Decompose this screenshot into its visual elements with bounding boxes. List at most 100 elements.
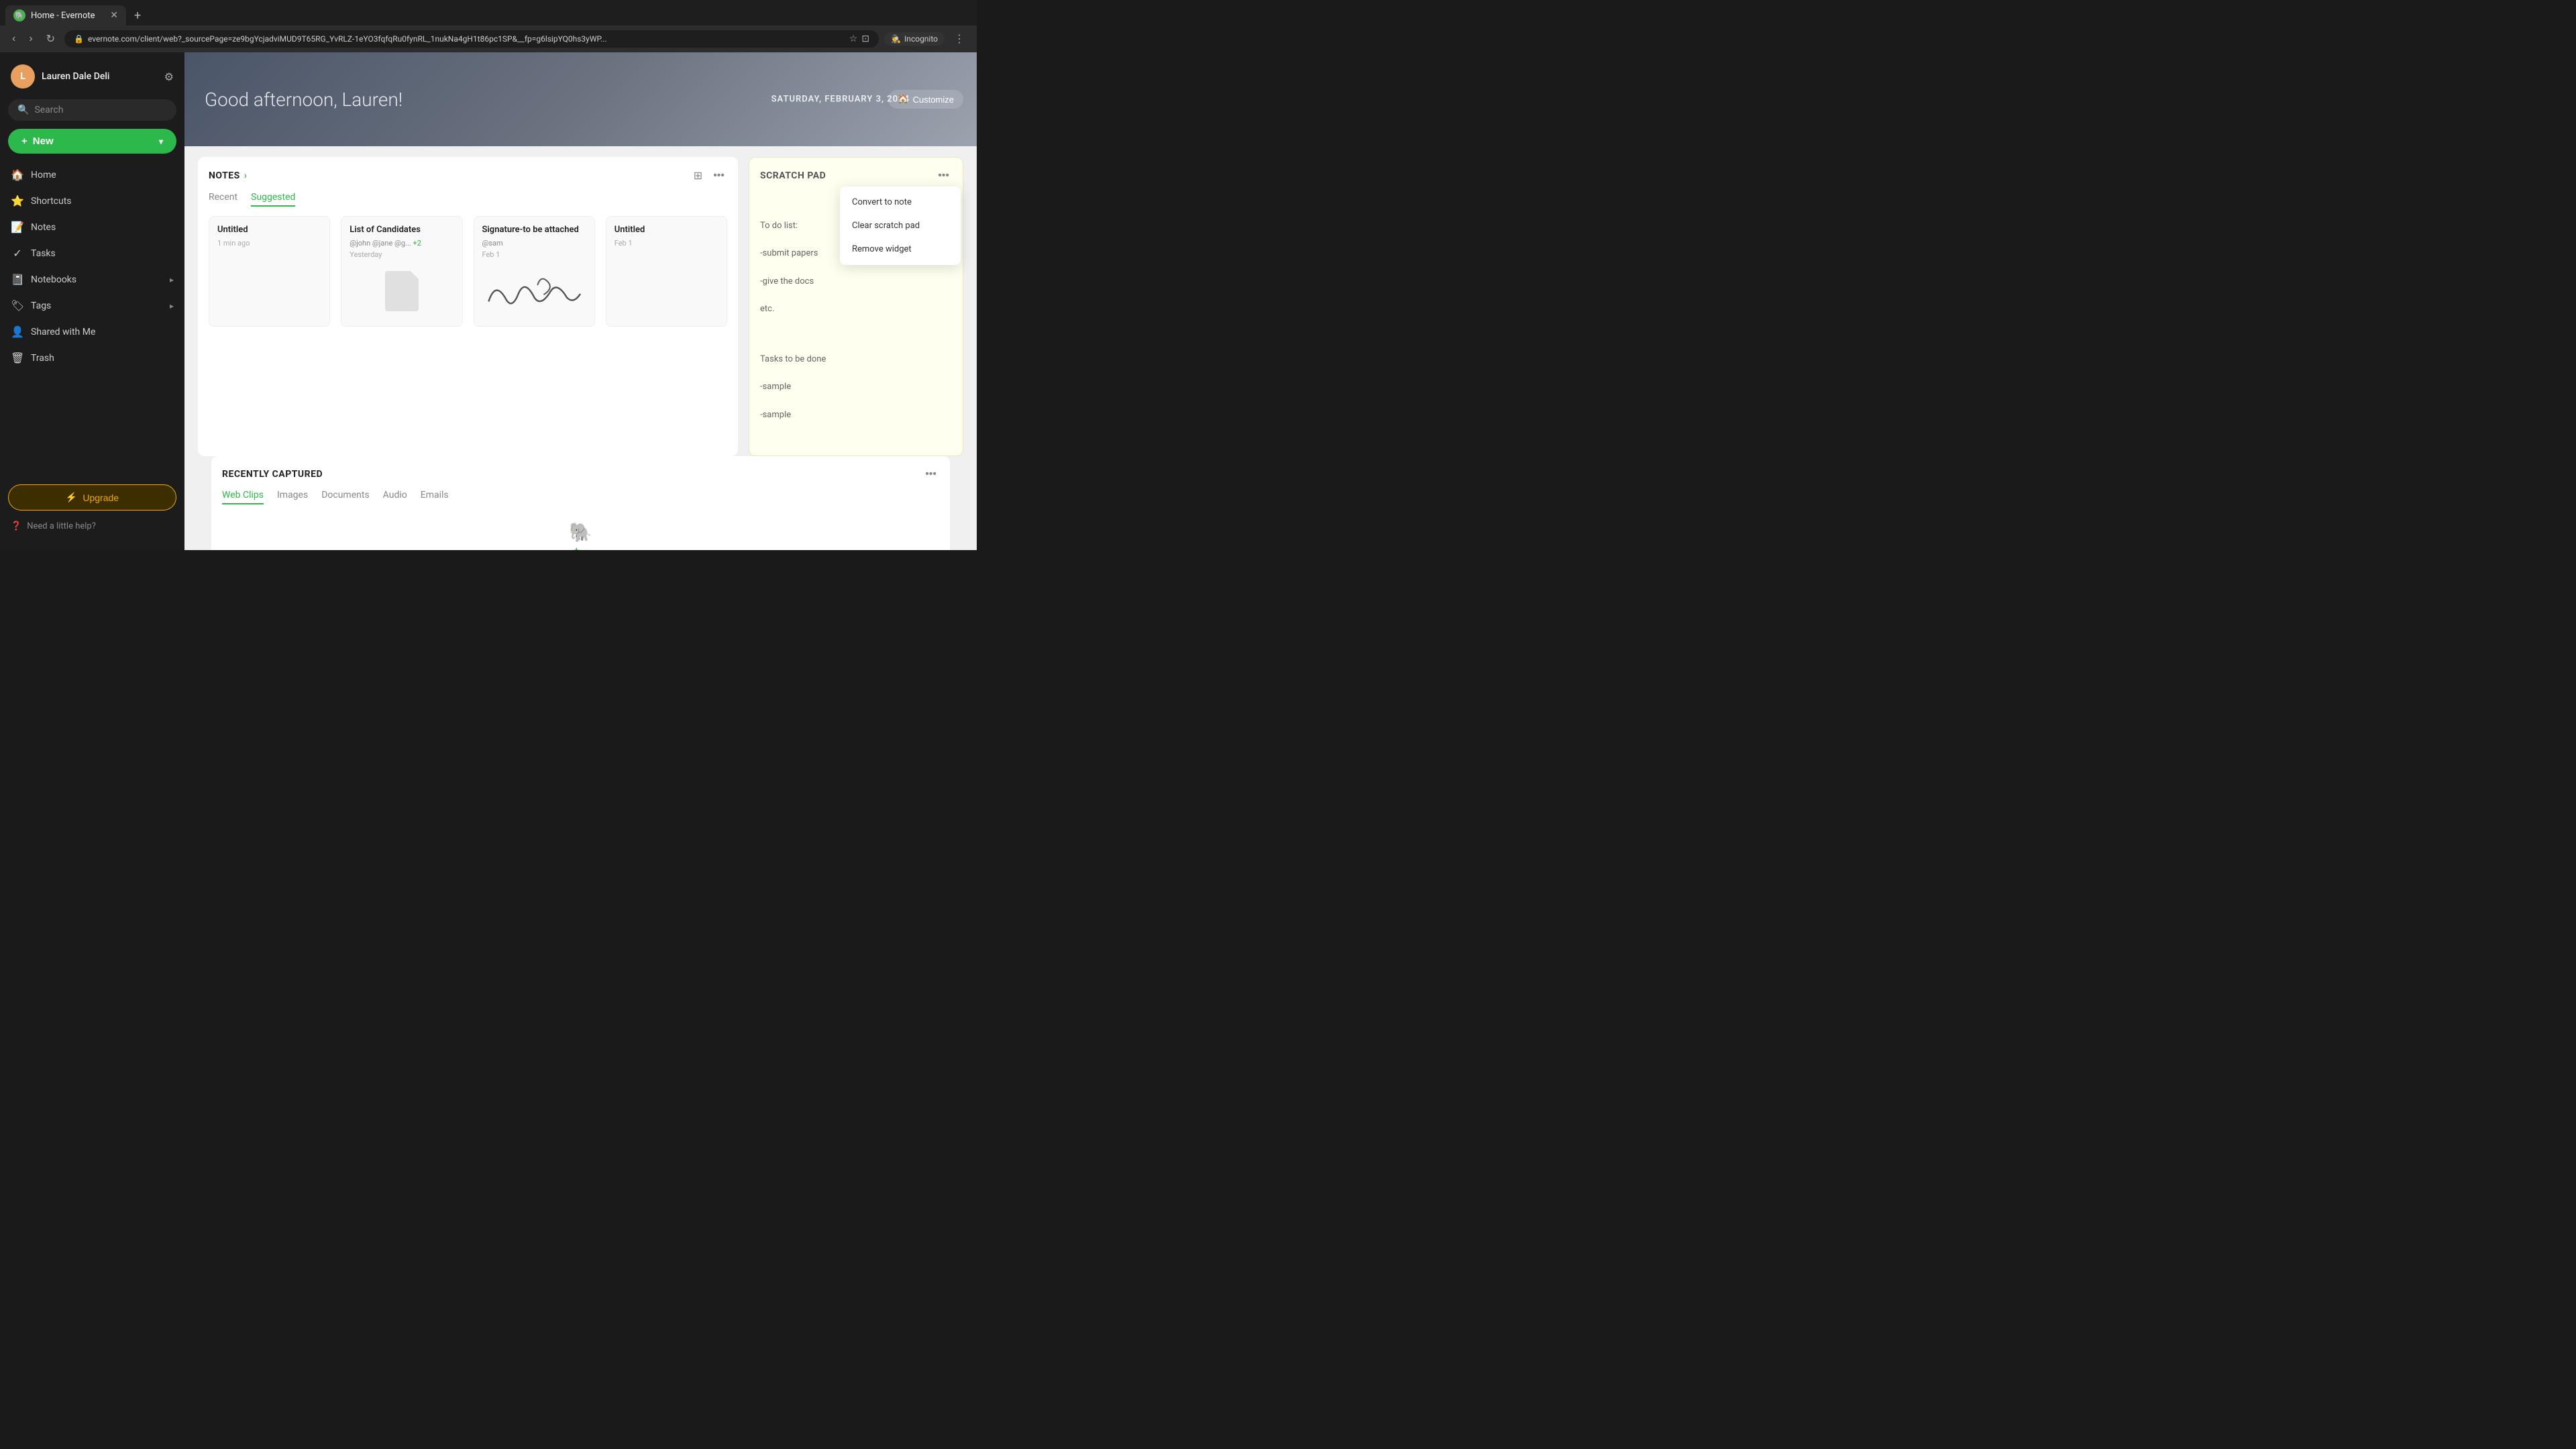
sidebar-item-home-label: Home bbox=[31, 170, 56, 180]
scratch-line4: etc. bbox=[760, 304, 774, 314]
dropdown-item-clear[interactable]: Clear scratch pad bbox=[840, 214, 961, 237]
notes-icon: 📝 bbox=[11, 221, 24, 233]
trash-icon: 🗑 bbox=[11, 352, 24, 364]
menu-button[interactable]: ⋮ bbox=[950, 30, 969, 48]
notes-widget-more-button[interactable]: ••• bbox=[710, 168, 727, 184]
scratch-pad-actions: ••• bbox=[935, 168, 952, 183]
reload-button[interactable]: ↻ bbox=[42, 30, 59, 48]
rc-tabs: Web Clips Images Documents Audio Emails bbox=[222, 490, 939, 504]
note-title: List of Candidates bbox=[350, 225, 453, 235]
main-area: Good afternoon, Lauren! SATURDAY, FEBRUA… bbox=[184, 52, 977, 550]
scratch-line7: -sample bbox=[760, 382, 791, 392]
tab-title: Home - Evernote bbox=[31, 11, 95, 21]
scratch-line3: -give the docs bbox=[760, 276, 814, 286]
dropdown-item-convert[interactable]: Convert to note bbox=[840, 191, 961, 214]
scratch-line8: -sample bbox=[760, 410, 791, 420]
tab-favicon: 🐘 bbox=[13, 9, 25, 21]
file-icon bbox=[385, 271, 419, 311]
scratch-line2: -submit papers bbox=[760, 248, 818, 258]
rc-tab-documents[interactable]: Documents bbox=[321, 490, 369, 504]
help-item[interactable]: ❓ Need a little help? bbox=[8, 516, 176, 537]
incognito-badge: 🕵 Incognito bbox=[884, 32, 945, 46]
tab-suggested[interactable]: Suggested bbox=[251, 192, 295, 207]
rc-content: 🐘 ★ ✦ bbox=[222, 513, 939, 550]
note-card[interactable]: List of Candidates @john @jane @g... +2 … bbox=[341, 216, 462, 327]
sidebar: L Lauren Dale Deli ⚙ 🔍 Search + New ▾ 🏠 … bbox=[0, 52, 184, 550]
note-title: Untitled bbox=[614, 225, 718, 235]
dropdown-item-remove[interactable]: Remove widget bbox=[840, 237, 961, 261]
new-button[interactable]: + New ▾ bbox=[8, 129, 176, 154]
sidebar-item-shared[interactable]: 👤 Shared with Me bbox=[0, 319, 184, 345]
note-preview bbox=[350, 264, 453, 318]
search-text: Search bbox=[34, 105, 63, 115]
scratch-line1: To do list: bbox=[760, 221, 798, 231]
rc-tab-webclips[interactable]: Web Clips bbox=[222, 490, 264, 504]
rc-empty-state: 🐘 ★ ✦ bbox=[569, 521, 592, 550]
new-tab-button[interactable]: + bbox=[129, 6, 146, 25]
notes-title-text: NOTES bbox=[209, 170, 240, 181]
small-star-icon: ✦ bbox=[584, 549, 589, 550]
rc-tab-emails[interactable]: Emails bbox=[421, 490, 449, 504]
upgrade-button[interactable]: ⚡ Upgrade bbox=[8, 484, 176, 511]
customize-button[interactable]: 🏠 Customize bbox=[888, 90, 963, 109]
recently-captured-section: RECENTLY CAPTURED ••• Web Clips Images D… bbox=[184, 456, 977, 550]
notes-title-arrow: › bbox=[244, 170, 248, 181]
customize-icon: 🏠 bbox=[898, 94, 908, 105]
note-tags: @sam bbox=[482, 239, 586, 248]
note-card[interactable]: Untitled 1 min ago bbox=[209, 216, 330, 327]
sidebar-item-notebooks-label: Notebooks bbox=[31, 274, 76, 285]
sidebar-bottom: ⚡ Upgrade ❓ Need a little help? bbox=[0, 478, 184, 543]
rc-title: RECENTLY CAPTURED bbox=[222, 469, 323, 480]
active-tab[interactable]: 🐘 Home - Evernote ✕ bbox=[5, 5, 126, 25]
sidebar-item-notebooks[interactable]: 📓 Notebooks ▸ bbox=[0, 266, 184, 292]
notes-widget-view-button[interactable]: ⊞ bbox=[691, 168, 705, 184]
star-icon: ★ bbox=[572, 546, 581, 550]
nav-bar: ‹ › ↻ 🔒 evernote.com/client/web?_sourceP… bbox=[0, 25, 977, 52]
note-date: Feb 1 bbox=[614, 239, 718, 248]
notes-widget: NOTES › ⊞ ••• Recent Suggested bbox=[198, 157, 738, 456]
sidebar-item-home[interactable]: 🏠 Home bbox=[0, 162, 184, 188]
note-title: Untitled bbox=[217, 225, 321, 235]
tasks-icon: ✓ bbox=[11, 247, 24, 260]
url-text: evernote.com/client/web?_sourcePage=ze9b… bbox=[88, 34, 845, 44]
sidebar-item-notes[interactable]: 📝 Notes bbox=[0, 214, 184, 240]
avatar: L bbox=[11, 64, 35, 89]
note-card[interactable]: Untitled Feb 1 bbox=[606, 216, 727, 327]
rc-header: RECENTLY CAPTURED ••• bbox=[222, 467, 939, 482]
search-box[interactable]: 🔍 Search bbox=[8, 99, 176, 121]
widgets-row: NOTES › ⊞ ••• Recent Suggested bbox=[184, 146, 977, 456]
address-bar[interactable]: 🔒 evernote.com/client/web?_sourcePage=ze… bbox=[64, 30, 879, 48]
help-text: Need a little help? bbox=[27, 521, 96, 531]
scratch-section-2: Tasks to be done -sample -sample bbox=[760, 339, 952, 423]
forward-button[interactable]: › bbox=[25, 30, 36, 48]
note-date: Yesterday bbox=[350, 250, 453, 259]
settings-icon[interactable]: ⚙ bbox=[164, 70, 174, 83]
back-button[interactable]: ‹ bbox=[8, 30, 19, 48]
sidebar-item-trash-label: Trash bbox=[31, 353, 54, 364]
notebooks-icon: 📓 bbox=[11, 273, 24, 286]
sidebar-item-tags[interactable]: 🏷 Tags ▸ bbox=[0, 292, 184, 319]
recently-captured-widget: RECENTLY CAPTURED ••• Web Clips Images D… bbox=[211, 456, 950, 550]
signature-svg bbox=[482, 268, 586, 315]
shared-icon: 👤 bbox=[11, 325, 24, 338]
profile-name: Lauren Dale Deli bbox=[42, 71, 158, 82]
sidebar-nav: 🏠 Home ⭐ Shortcuts 📝 Notes ✓ Tasks 📓 Not… bbox=[0, 162, 184, 478]
tab-recent[interactable]: Recent bbox=[209, 192, 237, 207]
sidebar-item-trash[interactable]: 🗑 Trash bbox=[0, 345, 184, 371]
sidebar-item-tasks[interactable]: ✓ Tasks bbox=[0, 240, 184, 266]
sidebar-item-tasks-label: Tasks bbox=[31, 248, 56, 259]
rc-tab-images[interactable]: Images bbox=[277, 490, 308, 504]
tab-bar: 🐘 Home - Evernote ✕ + bbox=[0, 0, 977, 25]
scratch-pad-more-button[interactable]: ••• bbox=[935, 168, 952, 183]
note-card[interactable]: Signature-to be attached @sam Feb 1 bbox=[474, 216, 595, 327]
hero: Good afternoon, Lauren! SATURDAY, FEBRUA… bbox=[184, 52, 977, 146]
rc-tab-audio[interactable]: Audio bbox=[383, 490, 407, 504]
note-title: Signature-to be attached bbox=[482, 225, 586, 235]
sidebar-item-shortcuts[interactable]: ⭐ Shortcuts bbox=[0, 188, 184, 214]
tags-expand-icon: ▸ bbox=[170, 301, 174, 311]
main-scroll[interactable]: NOTES › ⊞ ••• Recent Suggested bbox=[184, 146, 977, 550]
notes-widget-actions: ⊞ ••• bbox=[691, 168, 727, 184]
sidebar-profile: L Lauren Dale Deli ⚙ bbox=[0, 59, 184, 97]
tab-close-button[interactable]: ✕ bbox=[110, 10, 118, 21]
rc-more-button[interactable]: ••• bbox=[922, 467, 939, 482]
